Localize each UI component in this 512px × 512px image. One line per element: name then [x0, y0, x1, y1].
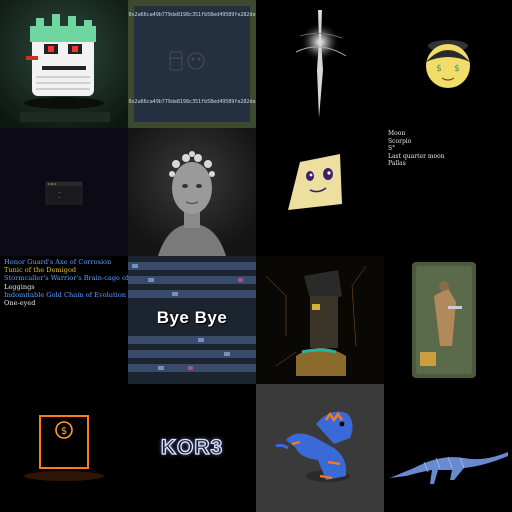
planet-trait-list: Moon Scorpio S° Last quarter moon Pallas: [388, 130, 445, 168]
svg-text:$: $: [61, 426, 67, 437]
item-line: Stormcaller's Warrior's Brain-cage of Re…: [4, 274, 128, 283]
neon-coin-image: $: [0, 384, 128, 512]
blue-iguana-image: [256, 384, 384, 512]
gallery-tile-blue-iguana[interactable]: [256, 384, 384, 512]
action-figure-image: [384, 256, 512, 384]
dinosaur-image: [384, 384, 512, 512]
window-text: ...: [58, 190, 62, 194]
item-line: Leggings: [4, 282, 35, 291]
gallery-tile-silver-portrait[interactable]: [128, 128, 256, 256]
gallery-tile-money-face[interactable]: $ $: [384, 0, 512, 128]
gallery-tile-pixel-ghost[interactable]: [0, 0, 128, 128]
gallery-tile-dinosaur[interactable]: [384, 384, 512, 512]
item-line: Tunic of the Demigod: [4, 266, 77, 275]
item-line: One-eyed: [4, 299, 36, 308]
gallery-tile-neon-coin[interactable]: $: [0, 384, 128, 512]
pixel-ghost-image: [0, 0, 128, 128]
gallery-tile-action-figure[interactable]: [384, 256, 512, 384]
svg-text:$: $: [436, 64, 442, 74]
trait-line: Moon: [388, 130, 406, 137]
item-trait-list: Honor Guard's Axe of Corrosion Tunic of …: [4, 258, 128, 307]
nft-gallery-grid: 0x2a66ca49b779de8198c351fb58ed49589fe282…: [0, 0, 512, 512]
gallery-tile-dark-window[interactable]: ... ...: [0, 128, 128, 256]
gallery-tile-item-traits[interactable]: Honor Guard's Axe of Corrosion Tunic of …: [0, 256, 128, 384]
dark-window-background: [0, 128, 128, 256]
contract-card-background: [128, 0, 256, 128]
window-subtext: ...: [58, 195, 62, 199]
gallery-tile-cube-face[interactable]: [256, 128, 384, 256]
contract-address-top: 0x2a66ca49b779de8198c351fb58ed49589fe282…: [128, 12, 256, 18]
silver-portrait-image: [128, 128, 256, 256]
trait-line: S°: [388, 145, 396, 153]
gallery-tile-robot-head[interactable]: [256, 256, 384, 384]
trait-line: Scorpio: [388, 137, 412, 145]
gallery-tile-korb-logo[interactable]: KOR3: [128, 384, 256, 512]
svg-text:$: $: [454, 64, 460, 74]
bye-bye-caption: Bye Bye: [156, 308, 228, 327]
item-line: Honor Guard's Axe of Corrosion: [4, 258, 112, 266]
item-line: Indomitable Gold Chain of Evolution: [4, 290, 126, 299]
trait-line: Last quarter moon: [388, 152, 445, 160]
robot-head-image: [256, 256, 384, 384]
gallery-tile-contract-card[interactable]: 0x2a66ca49b779de8198c351fb58ed49589fe282…: [128, 0, 256, 128]
contract-address-bottom: 0x2a66ca49b779de8198c351fb58ed49589fe282…: [128, 99, 256, 105]
gallery-tile-bye-bye[interactable]: Bye Bye: [128, 256, 256, 384]
korb-logo-text: KOR3: [160, 435, 224, 459]
gallery-tile-planet-traits[interactable]: Moon Scorpio S° Last quarter moon Pallas: [384, 128, 512, 256]
trait-line: Pallas: [388, 160, 406, 168]
gallery-tile-glowing-spirit[interactable]: [256, 0, 384, 128]
cube-face-image: [256, 128, 384, 256]
glowing-spirit-image: [256, 0, 384, 128]
money-face-image: $ $: [384, 0, 512, 128]
